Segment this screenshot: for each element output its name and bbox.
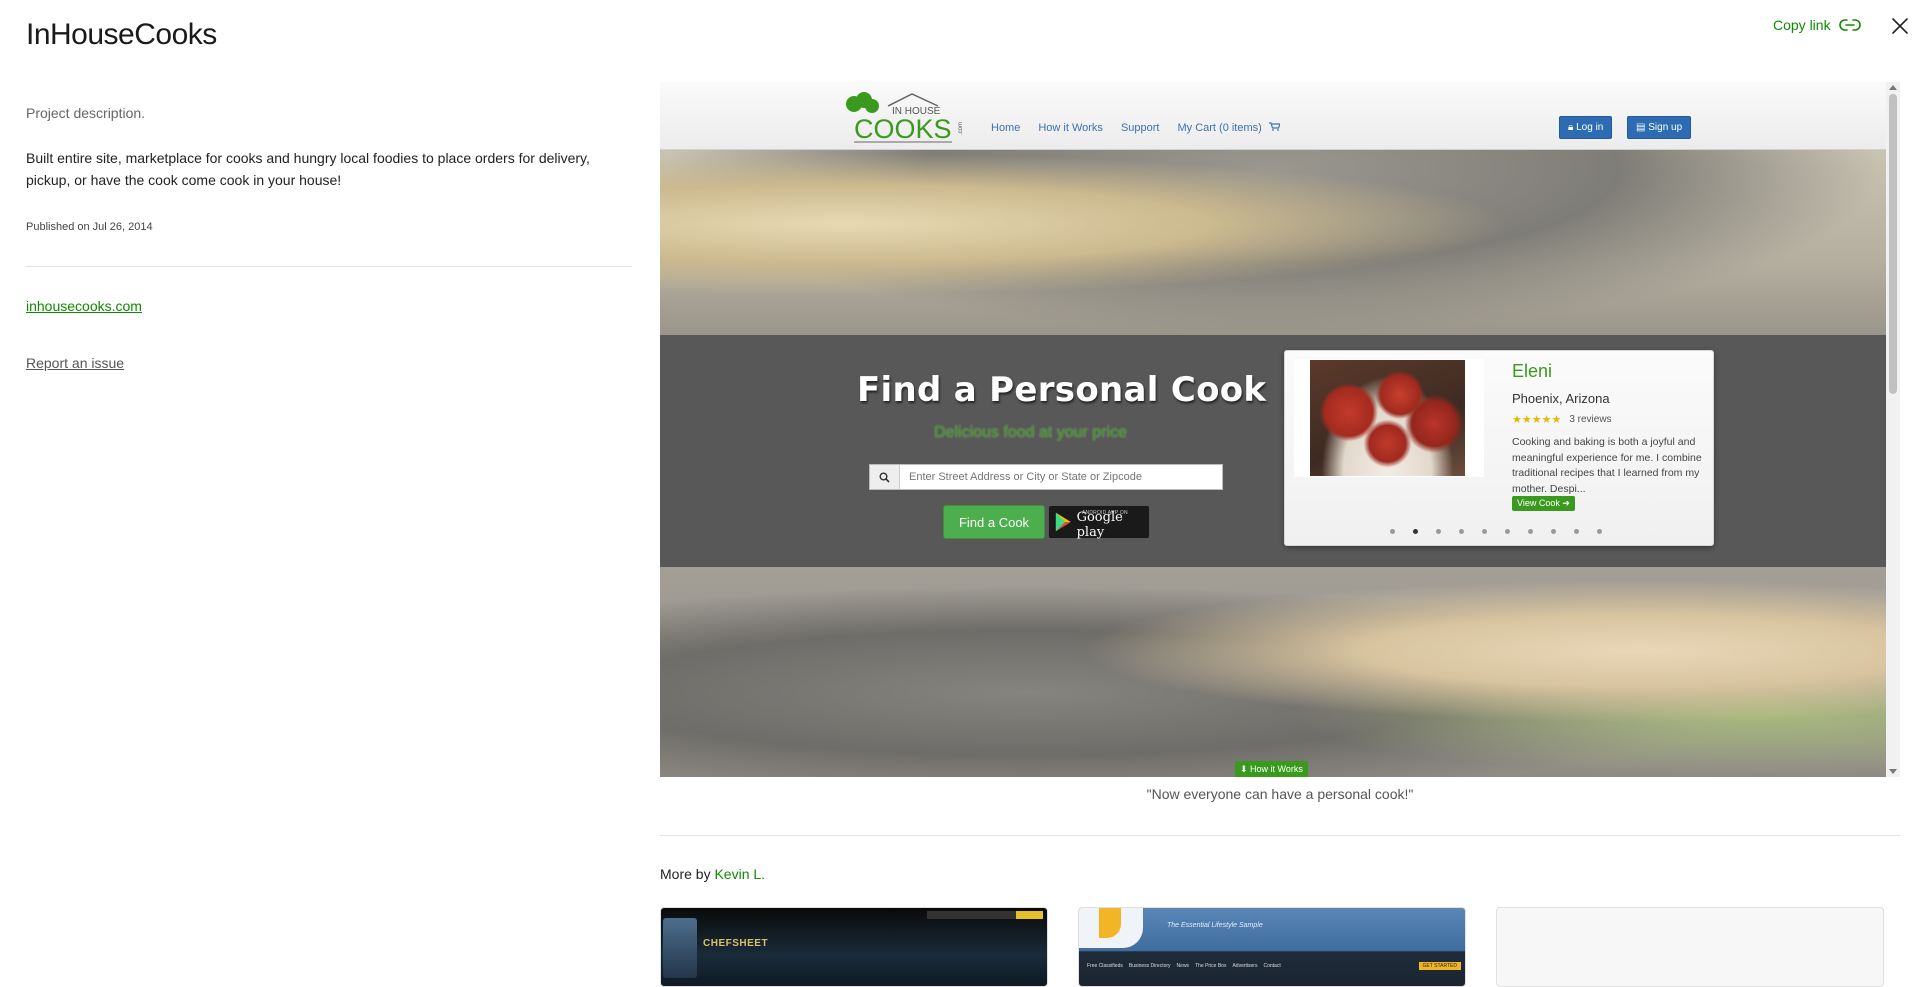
site-nav-home[interactable]: Home	[991, 122, 1020, 134]
google-play-small-text: ANDROID APP ON	[1082, 510, 1128, 516]
page-title: InHouseCooks	[26, 18, 217, 51]
how-it-works-button[interactable]: ⬇ How it Works	[1235, 761, 1308, 777]
carousel-dot[interactable]	[1528, 529, 1533, 534]
thumbnail-menu-item: News	[1176, 963, 1190, 969]
featured-cook-card: Eleni Phoenix, Arizona ★★★★★ 3 reviews C…	[1284, 350, 1714, 546]
carousel-dot[interactable]	[1551, 529, 1556, 534]
site-menu: Home How it Works Support My Cart (0 ite…	[991, 122, 1281, 134]
project-site-link[interactable]: inhousecooks.com	[26, 298, 142, 314]
carousel-dot[interactable]	[1459, 529, 1464, 534]
site-login-button[interactable]: 🔒︎ Log in	[1559, 116, 1613, 139]
carousel-dot[interactable]	[1436, 529, 1441, 534]
divider	[26, 266, 632, 267]
project-thumbnail-1[interactable]: CHEFSHEET	[660, 907, 1048, 987]
site-nav-cart[interactable]: My Cart (0 items)	[1177, 122, 1281, 134]
google-play-icon	[1055, 512, 1071, 532]
cook-photo-frame	[1294, 359, 1484, 477]
copy-link-label: Copy link	[1773, 17, 1831, 33]
review-count: 3 reviews	[1569, 414, 1612, 425]
logo-suffix-text: .com	[958, 122, 964, 135]
carousel-dot[interactable]	[1574, 529, 1579, 534]
thumbnail-logo	[1079, 908, 1143, 948]
star-rating-icon: ★★★★★	[1512, 414, 1562, 426]
divider	[660, 835, 1900, 836]
view-cook-button[interactable]: View Cook ➔	[1512, 496, 1575, 511]
thumbnail-tagline: The Essential Lifestyle Sample	[1167, 922, 1263, 929]
thumbnail-logo: CHEFSHEET	[703, 938, 769, 949]
hero-background-bottom	[660, 567, 1886, 777]
project-description: Built entire site, marketplace for cooks…	[26, 150, 590, 188]
cart-icon	[1268, 122, 1281, 134]
scroll-thumb[interactable]	[1889, 94, 1897, 394]
thumbnail-menu-item: Advertisers	[1232, 963, 1258, 969]
cook-rating: ★★★★★ 3 reviews	[1512, 413, 1612, 426]
login-label: Log in	[1576, 122, 1604, 133]
thumbnail-figure	[663, 918, 697, 978]
address-search-input[interactable]	[900, 465, 1222, 489]
thumbnail-menu-item: Free Classifieds	[1087, 963, 1123, 969]
site-nav-support[interactable]: Support	[1121, 122, 1160, 134]
cook-name[interactable]: Eleni	[1512, 361, 1552, 382]
close-icon[interactable]	[1888, 14, 1912, 38]
hero-subtitle: Delicious food at your price	[934, 424, 1127, 441]
hero-search-box	[869, 464, 1223, 490]
cook-bio: Cooking and baking is both a joyful and …	[1512, 436, 1702, 495]
cook-photo[interactable]	[1310, 360, 1465, 476]
lock-icon: 🔒︎	[1568, 122, 1574, 133]
thumbnail-menu: Free Classifieds Business Directory News…	[1079, 960, 1465, 972]
more-by-prefix: More by	[660, 866, 711, 882]
report-issue-link[interactable]: Report an issue	[26, 355, 124, 371]
hero-title: Find a Personal Cook	[857, 370, 1267, 410]
hero-background-top	[660, 150, 1886, 335]
thumbnail-cta: GET STARTED	[1418, 962, 1461, 970]
project-thumbnail-3[interactable]	[1496, 907, 1884, 987]
site-logo: IN HOUSE COOKS .com	[846, 92, 964, 144]
site-navbar: IN HOUSE COOKS .com Home How it Works Su…	[660, 82, 1886, 150]
signup-label: Sign up	[1648, 122, 1683, 133]
description-label: Project description.	[26, 105, 146, 121]
author-link[interactable]: Kevin L.	[714, 866, 765, 882]
carousel-dot[interactable]	[1390, 529, 1395, 534]
published-date: Published on Jul 26, 2014	[26, 221, 153, 233]
google-play-badge[interactable]: ANDROID APP ON Google play	[1048, 505, 1150, 540]
logo-main-text: COOKS	[854, 114, 952, 144]
copy-link-button[interactable]: Copy link	[1773, 17, 1861, 33]
carousel-dot[interactable]	[1597, 529, 1602, 534]
scroll-up-icon[interactable]	[1889, 85, 1897, 90]
thumbnail-menu-item: Business Directory	[1128, 963, 1171, 969]
site-nav-how-it-works[interactable]: How it Works	[1038, 122, 1103, 134]
screenshot-scrollbar[interactable]	[1886, 82, 1900, 777]
find-cook-button[interactable]: Find a Cook	[943, 505, 1045, 539]
link-icon	[1838, 19, 1861, 31]
cook-location: Phoenix, Arizona	[1512, 391, 1610, 406]
carousel-dot[interactable]	[1482, 529, 1487, 534]
thumbnail-menu-item: The Price Box	[1195, 963, 1227, 969]
carousel-dots	[1390, 529, 1602, 534]
scroll-down-icon[interactable]	[1889, 769, 1897, 774]
project-thumbnail-2[interactable]: The Essential Lifestyle Sample Free Clas…	[1078, 907, 1466, 987]
carousel-dot[interactable]	[1505, 529, 1510, 534]
cart-label: My Cart (0 items)	[1177, 122, 1262, 134]
search-icon	[870, 465, 900, 489]
thumbnail-menu-item: Contact	[1263, 963, 1281, 969]
site-signup-button[interactable]: ▤ Sign up	[1627, 116, 1692, 139]
screenshot-caption: "Now everyone can have a personal cook!"	[0, 786, 1900, 802]
caption-text: "Now everyone can have a personal cook!"	[1146, 786, 1414, 802]
form-icon: ▤	[1636, 122, 1646, 133]
carousel-dot[interactable]	[1413, 529, 1418, 534]
more-by-heading: More by Kevin L.	[660, 866, 765, 882]
project-screenshot: IN HOUSE COOKS .com Home How it Works Su…	[660, 82, 1886, 777]
thumbnail-button	[1016, 911, 1043, 919]
